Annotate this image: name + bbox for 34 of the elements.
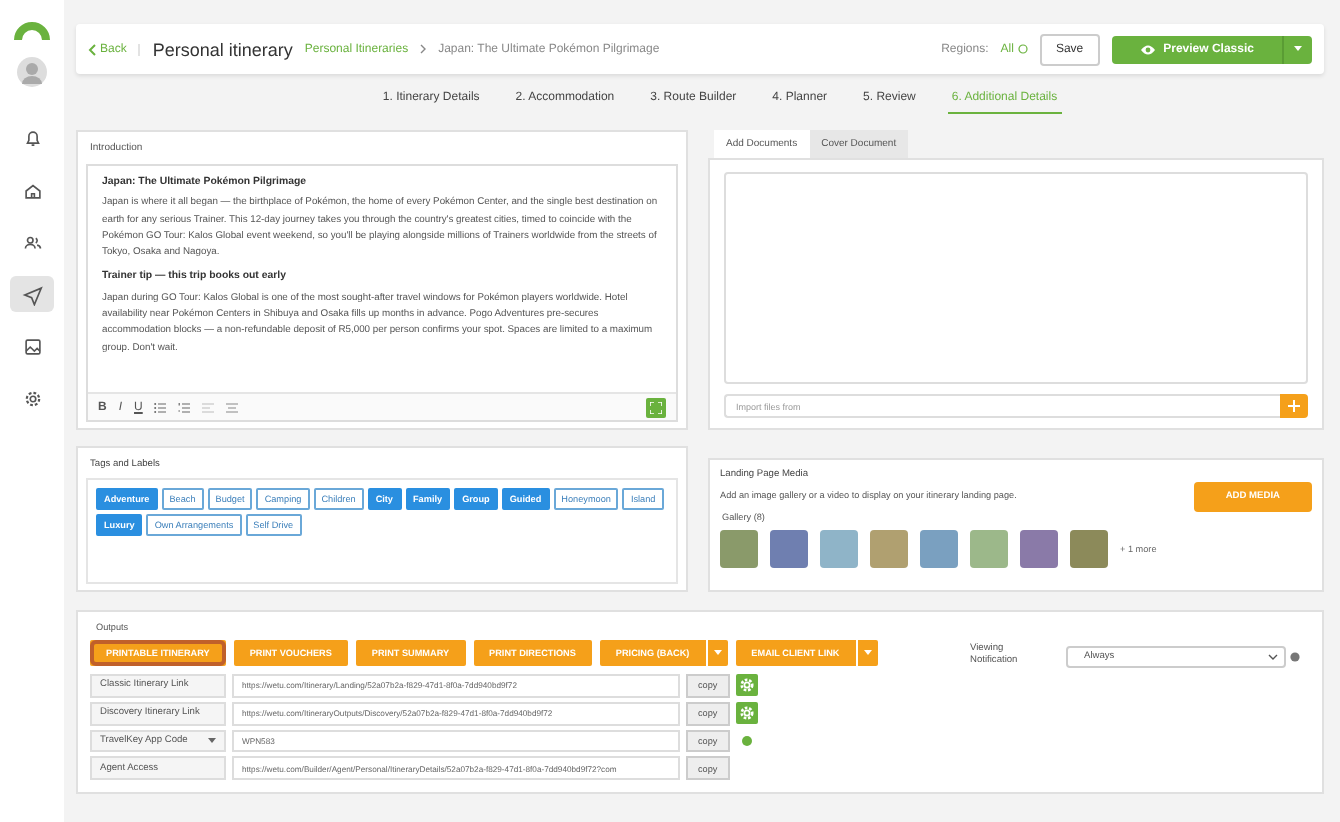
numbered-list-icon[interactable]: [178, 401, 191, 413]
fullscreen-button[interactable]: [646, 397, 666, 417]
people-icon: [21, 231, 43, 253]
caret-icon: [208, 737, 216, 744]
caret-icon: [863, 650, 872, 656]
chevron-right-icon: [420, 44, 427, 54]
bell-icon: [21, 127, 43, 149]
avatar-icon[interactable]: [16, 56, 48, 88]
info-icon: [1017, 44, 1028, 54]
info-icon: [741, 735, 752, 746]
caret-icon: [713, 650, 722, 656]
documents-area[interactable]: [724, 172, 1308, 384]
align-left-icon[interactable]: [202, 401, 215, 413]
settings-icon: [21, 387, 43, 409]
page-title: Personal itinerary: [152, 39, 293, 59]
home-icon: [21, 179, 43, 201]
logo-icon[interactable]: [14, 20, 50, 40]
add-button[interactable]: [1280, 394, 1308, 418]
image-icon: [21, 335, 43, 357]
chevron-left-icon: [88, 43, 96, 55]
dropdown-button[interactable]: [705, 640, 728, 666]
settings-button[interactable]: [735, 702, 758, 725]
help-icon: [1290, 652, 1300, 662]
eye-icon: [1139, 43, 1156, 55]
expand-icon: [650, 401, 662, 413]
bullet-list-icon[interactable]: [154, 401, 167, 413]
align-center-icon[interactable]: [226, 401, 239, 413]
send-icon: [21, 283, 43, 305]
settings-button[interactable]: [735, 674, 758, 697]
sidebar-item[interactable]: [10, 276, 54, 312]
caret-icon: [1294, 46, 1302, 52]
plus-icon: [1288, 400, 1300, 412]
chevron-down-icon: [1268, 654, 1278, 660]
dropdown-button[interactable]: [855, 640, 878, 666]
